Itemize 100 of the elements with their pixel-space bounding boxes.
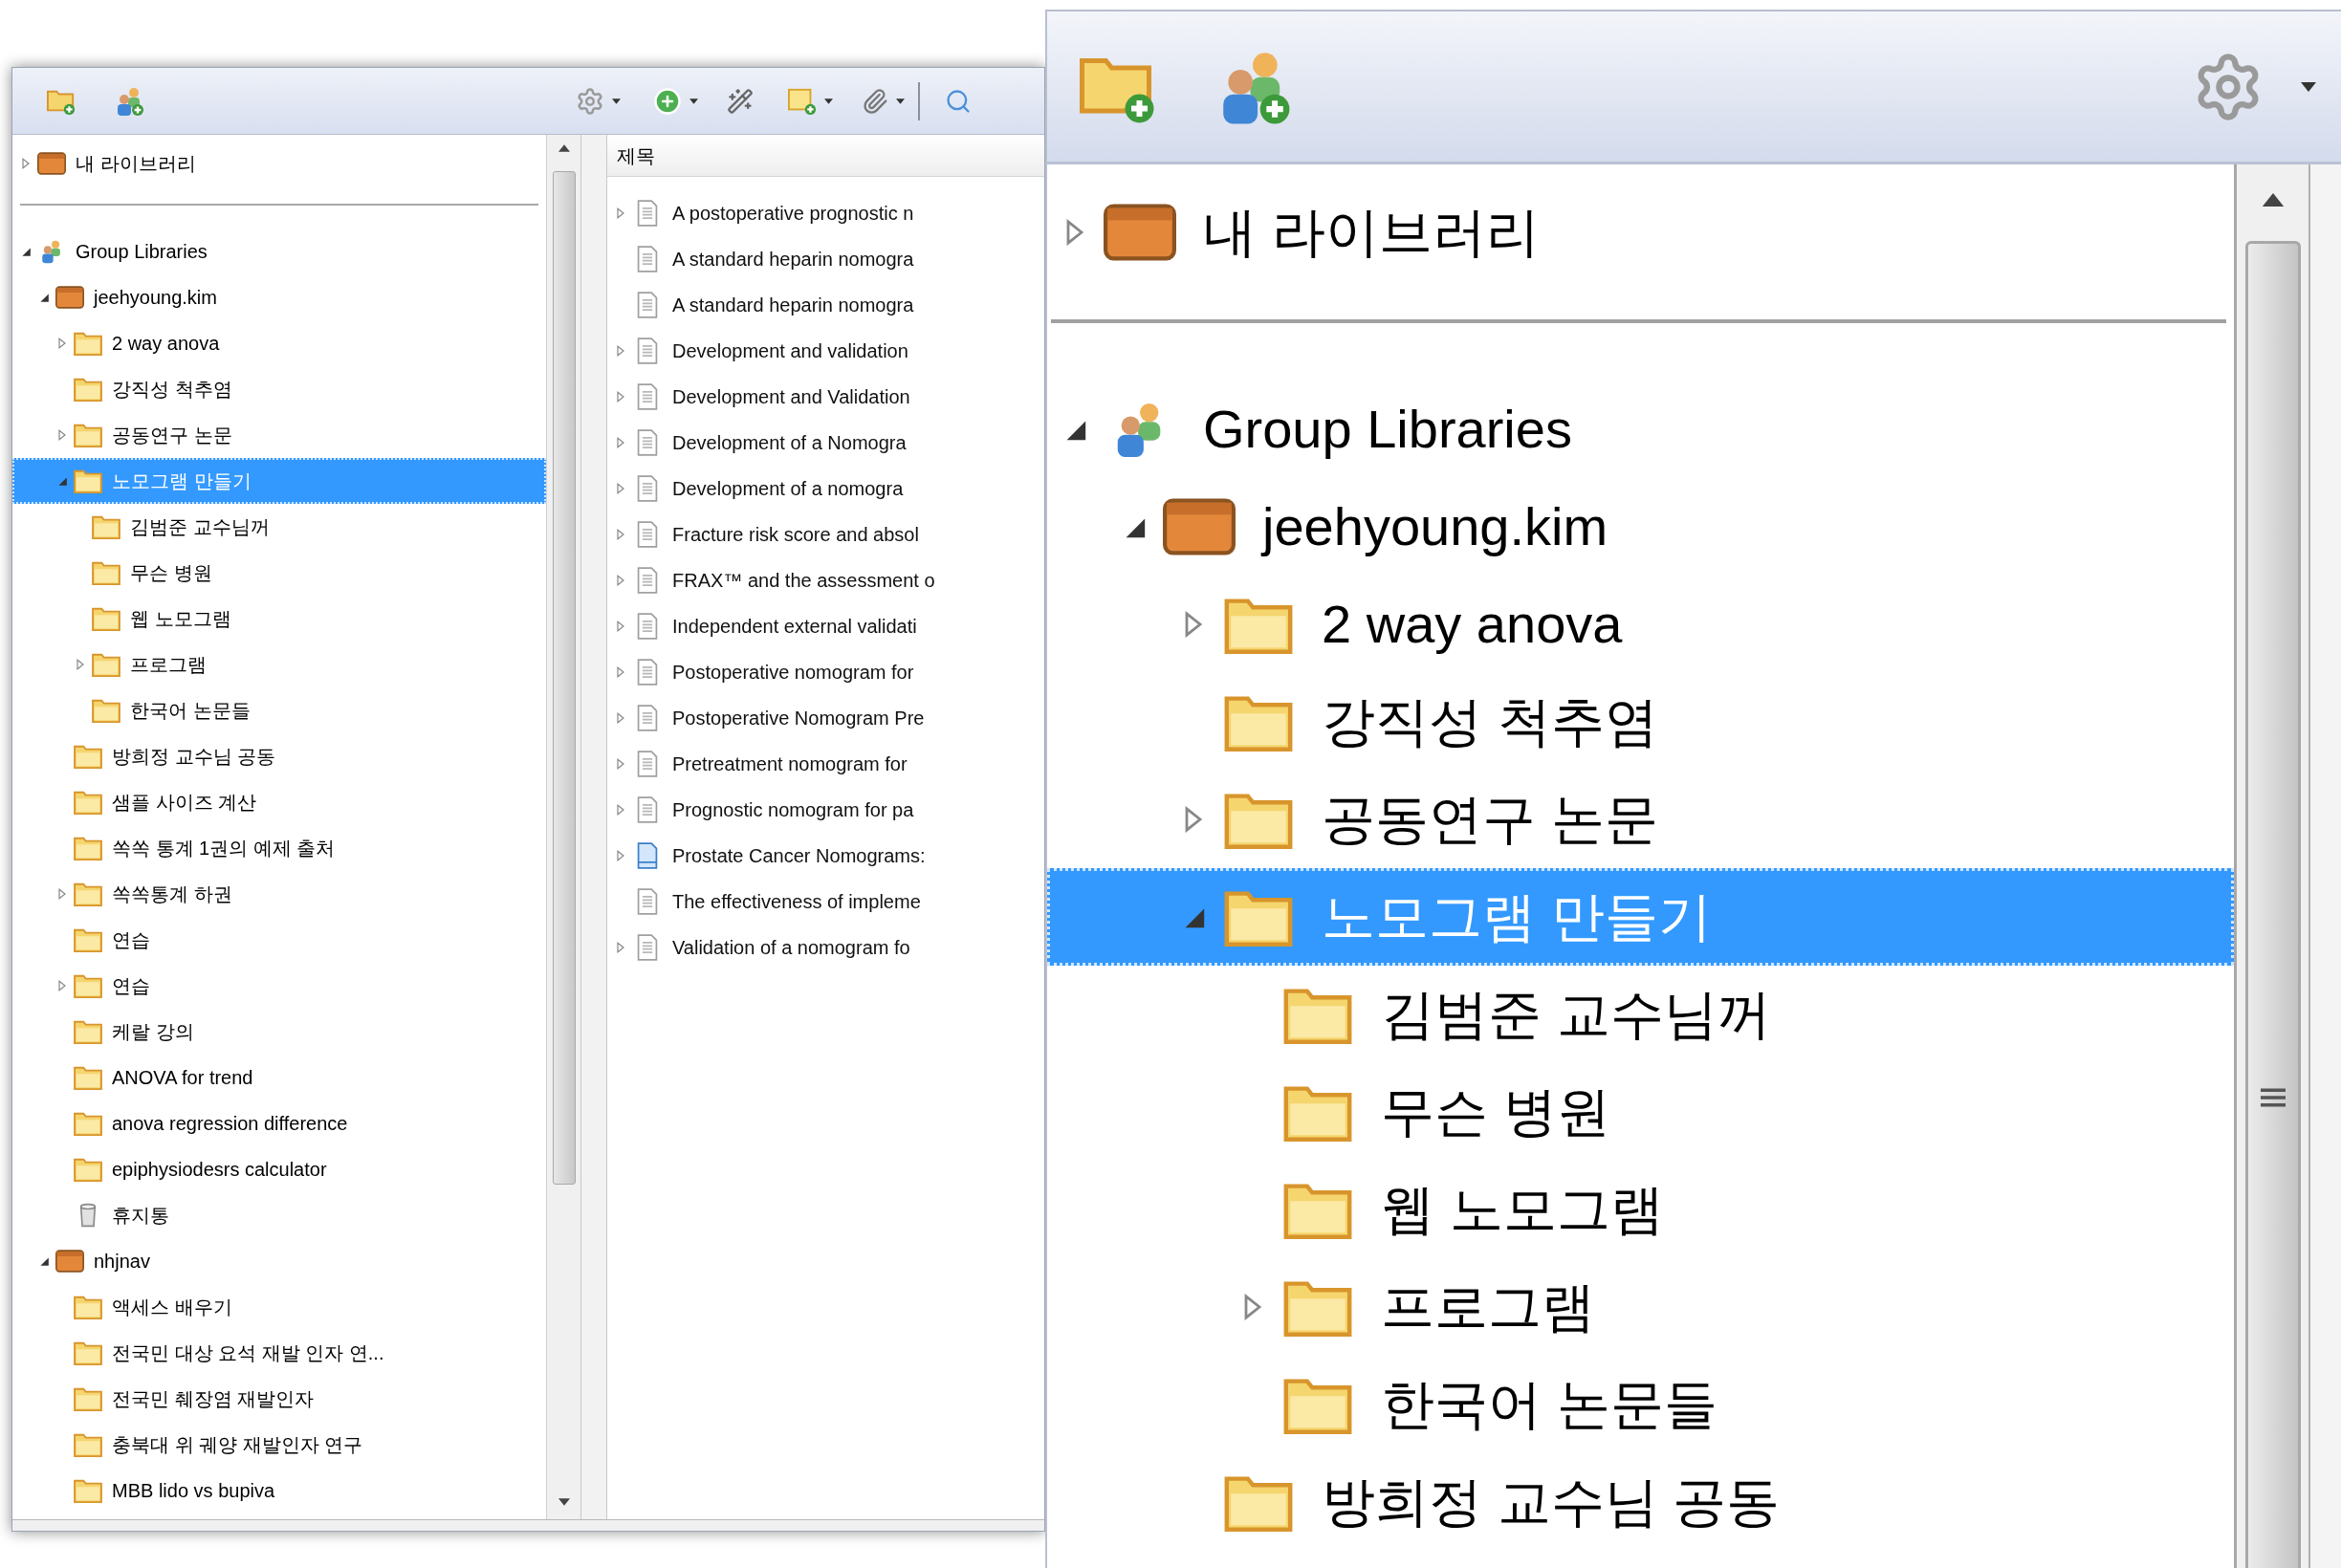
tree-item[interactable]: MBB lido vs bupiva: [12, 1468, 546, 1514]
pane-splitter[interactable]: [2308, 164, 2341, 1568]
tree-item[interactable]: 연습: [12, 917, 546, 963]
tree-item[interactable]: 전국민 췌장염 재발인자: [12, 1376, 546, 1422]
expander-icon[interactable]: [38, 1255, 50, 1267]
caret-icon[interactable]: [689, 98, 698, 104]
tree-item[interactable]: epiphysiodesrs calculator: [12, 1146, 546, 1192]
tree-item[interactable]: 웹 노모그램: [1047, 1161, 2234, 1258]
tree-item[interactable]: 케랄 강의: [12, 1009, 546, 1055]
folder-icon: [74, 1019, 102, 1044]
tree-item[interactable]: 2 way anova: [1047, 576, 2234, 673]
caret-icon[interactable]: [612, 98, 621, 104]
item-row[interactable]: A standard heparin nomogra: [607, 236, 1044, 282]
tree-item[interactable]: 내 라이브러리: [1047, 184, 2234, 281]
box-icon: [1163, 497, 1236, 556]
scrollbar[interactable]: [546, 135, 580, 1519]
item-row[interactable]: Development of a nomogra: [607, 466, 1044, 512]
tree-item[interactable]: 프로그램: [12, 642, 546, 687]
item-row[interactable]: Independent external validati: [607, 603, 1044, 649]
item-row[interactable]: Development and Validation: [607, 374, 1044, 420]
folder-icon: [74, 468, 102, 493]
tree-item[interactable]: 김범준 교수님꺼: [12, 504, 546, 550]
tree-item[interactable]: 김범준 교수님꺼: [1047, 966, 2234, 1063]
caret-icon[interactable]: [896, 98, 905, 104]
gear-icon[interactable]: [576, 86, 604, 116]
wand-icon[interactable]: [727, 87, 754, 115]
item-row[interactable]: Postoperative nomogram for: [607, 649, 1044, 695]
tree-item[interactable]: 방희정 교수님 공동: [1047, 1453, 2234, 1551]
column-header[interactable]: 제목: [607, 135, 1044, 177]
tree-item[interactable]: 연습: [12, 963, 546, 1009]
tree-item[interactable]: ANOVA for trend: [12, 1055, 546, 1100]
caret-icon[interactable]: [2301, 81, 2316, 92]
document-icon: [636, 475, 659, 502]
item-row[interactable]: FRAX™ and the assessment o: [607, 557, 1044, 603]
folder-icon: [74, 790, 102, 815]
tree-item[interactable]: 한국어 논문들: [12, 687, 546, 733]
folder-icon: [74, 1111, 102, 1136]
item-row[interactable]: Prognostic nomogram for pa: [607, 787, 1044, 833]
scroll-up-icon[interactable]: [2260, 193, 2286, 207]
scrollbar[interactable]: [2234, 164, 2308, 1568]
tree-item[interactable]: Group Libraries: [12, 229, 546, 274]
expander-icon[interactable]: [38, 292, 50, 303]
folder-icon: [74, 927, 102, 952]
tree-item[interactable]: 내 라이브러리: [12, 141, 546, 186]
document-icon: [636, 659, 659, 686]
folder-icon: [92, 606, 120, 631]
tree-item[interactable]: 2 way anova: [12, 320, 546, 366]
tree-item[interactable]: 액세스 배우기: [12, 1284, 546, 1330]
item-row[interactable]: The effectiveness of impleme: [607, 879, 1044, 925]
scroll-up-icon[interactable]: [558, 144, 570, 152]
tree-item[interactable]: 전국민 대상 요석 재발 인자 연...: [12, 1330, 546, 1376]
paperclip-icon[interactable]: [862, 87, 888, 115]
tree-item[interactable]: Group Libraries: [1047, 381, 2234, 478]
scrollbar-thumb[interactable]: [2244, 241, 2301, 1568]
tree-item[interactable]: 공동연구 논문: [12, 412, 546, 458]
tree-item[interactable]: 강직성 척추염: [1047, 673, 2234, 771]
caret-icon[interactable]: [824, 98, 833, 104]
item-row[interactable]: Postoperative Nomogram Pre: [607, 695, 1044, 741]
tree-item[interactable]: anova regression difference: [12, 1100, 546, 1146]
document-icon: [636, 751, 659, 777]
tree-item[interactable]: 무슨 병원: [1047, 1063, 2234, 1161]
tree-item[interactable]: 방희정 교수님 공동: [12, 733, 546, 779]
item-row[interactable]: Development of a Nomogra: [607, 420, 1044, 466]
document-icon: [636, 429, 659, 456]
tree-item[interactable]: 공동연구 논문: [1047, 771, 2234, 868]
item-row[interactable]: Prostate Cancer Nomograms:: [607, 833, 1044, 879]
tree-item[interactable]: jeehyoung.kim: [1047, 478, 2234, 576]
folder-icon: [74, 882, 102, 906]
box-icon: [1104, 203, 1176, 262]
item-row[interactable]: Development and validation: [607, 328, 1044, 374]
tree-item[interactable]: 강직성 척추염: [12, 366, 546, 412]
grip-icon[interactable]: [2260, 1086, 2286, 1108]
tree-item[interactable]: 충북대 위 궤양 재발인자 연구: [12, 1422, 546, 1468]
search-icon[interactable]: [945, 87, 972, 115]
plus-circle-icon[interactable]: [653, 86, 682, 116]
tree-item[interactable]: 휴지통: [12, 1192, 546, 1238]
item-row[interactable]: A standard heparin nomogra: [607, 282, 1044, 328]
folder-icon: [92, 698, 120, 723]
scrollbar-thumb[interactable]: [552, 171, 576, 1185]
note-add-icon[interactable]: [788, 86, 817, 116]
item-row[interactable]: Pretreatment nomogram for: [607, 741, 1044, 787]
scroll-down-icon[interactable]: [558, 1498, 570, 1506]
expander-icon[interactable]: [20, 246, 32, 257]
tree-item[interactable]: jeehyoung.kim: [12, 274, 546, 320]
folder-icon: [74, 1065, 102, 1090]
item-row[interactable]: A postoperative prognostic n: [607, 190, 1044, 236]
document-icon: [636, 934, 659, 961]
tree-item[interactable]: 무슨 병원: [12, 550, 546, 596]
folder-icon: [92, 652, 120, 677]
tree-item[interactable]: nhjnav: [12, 1238, 546, 1284]
tree-item[interactable]: 쏙쏙 통계 1권의 예제 출처: [12, 825, 546, 871]
tree-item[interactable]: 샘플 사이즈 계산: [12, 779, 546, 825]
tree-item[interactable]: 프로그램: [1047, 1258, 2234, 1356]
tree-item[interactable]: 쏙쏙통계 하권: [12, 871, 546, 917]
folder-icon: [74, 377, 102, 402]
box-icon: [37, 151, 66, 176]
tree-item[interactable]: 웹 노모그램: [12, 596, 546, 642]
item-row[interactable]: Fracture risk score and absol: [607, 512, 1044, 557]
tree-item[interactable]: 한국어 논문들: [1047, 1356, 2234, 1453]
item-row[interactable]: Validation of a nomogram fo: [607, 925, 1044, 970]
